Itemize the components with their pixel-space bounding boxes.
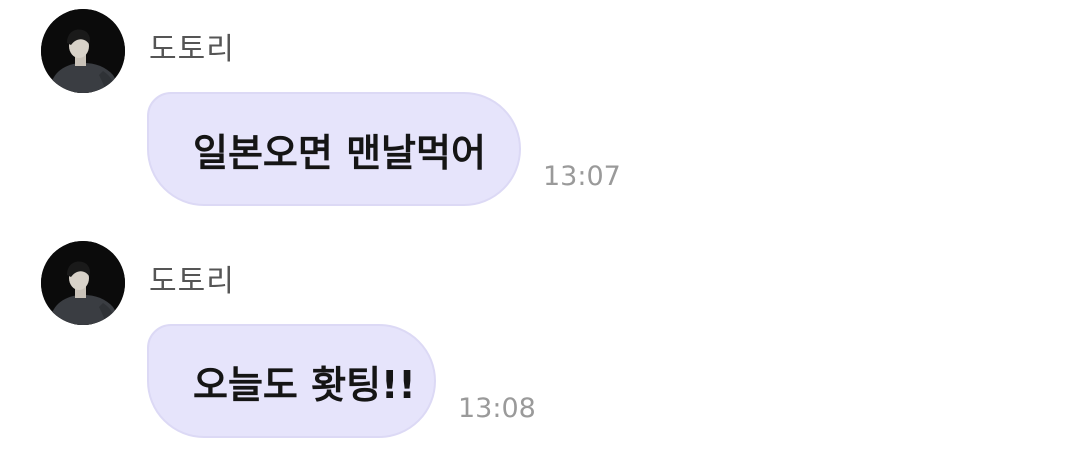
message-time: 13:07 bbox=[543, 161, 621, 192]
message-bubble[interactable]: 일본오면 맨날먹어 bbox=[147, 92, 521, 206]
message-time: 13:08 bbox=[458, 393, 536, 424]
avatar[interactable] bbox=[41, 9, 125, 93]
profile-photo-icon bbox=[41, 9, 125, 93]
message-text: 일본오면 맨날먹어 bbox=[193, 130, 486, 175]
chat-log: 도토리 일본오면 맨날먹어 13:07 도토리 오늘도 홧팅!! 13:08 bbox=[0, 0, 1080, 452]
sender-name: 도토리 bbox=[149, 264, 235, 299]
profile-photo-icon bbox=[41, 241, 125, 325]
sender-name: 도토리 bbox=[149, 32, 235, 67]
avatar[interactable] bbox=[41, 241, 125, 325]
message-text: 오늘도 홧팅!! bbox=[193, 362, 416, 407]
message-bubble[interactable]: 오늘도 홧팅!! bbox=[147, 324, 436, 438]
